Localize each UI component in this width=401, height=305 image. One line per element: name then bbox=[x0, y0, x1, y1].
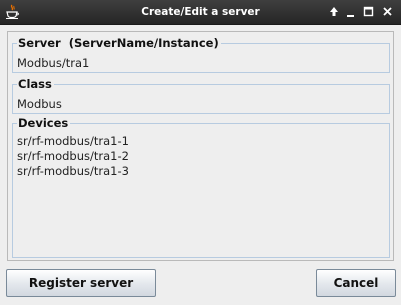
devices-label: Devices bbox=[17, 116, 71, 130]
class-field[interactable]: Modbus bbox=[17, 95, 385, 113]
class-label: Class bbox=[17, 77, 54, 91]
devices-textarea[interactable]: sr/rf-modbus/tra1-1 sr/rf-modbus/tra1-2 … bbox=[17, 134, 385, 253]
dialog-window: Create/Edit a server Server (ServerName/… bbox=[0, 0, 401, 305]
up-arrow-icon[interactable] bbox=[326, 3, 342, 21]
register-server-button[interactable]: Register server bbox=[6, 269, 156, 297]
form-panel: Server (ServerName/Instance) Modbus/tra1… bbox=[7, 31, 394, 261]
class-group: Class Modbus bbox=[12, 77, 390, 114]
maximize-icon[interactable] bbox=[361, 3, 377, 21]
device-item[interactable]: sr/rf-modbus/tra1-3 bbox=[17, 164, 385, 179]
device-item[interactable]: sr/rf-modbus/tra1-1 bbox=[17, 134, 385, 149]
minimize-icon[interactable] bbox=[343, 3, 359, 21]
cancel-button[interactable]: Cancel bbox=[316, 269, 396, 297]
server-name-field[interactable]: Modbus/tra1 bbox=[17, 54, 385, 72]
server-label: Server (ServerName/Instance) bbox=[17, 36, 221, 50]
devices-group: Devices sr/rf-modbus/tra1-1 sr/rf-modbus… bbox=[12, 116, 390, 258]
title-bar[interactable]: Create/Edit a server bbox=[0, 0, 401, 25]
server-group: Server (ServerName/Instance) Modbus/tra1 bbox=[12, 36, 390, 73]
device-item[interactable]: sr/rf-modbus/tra1-2 bbox=[17, 149, 385, 164]
close-icon[interactable] bbox=[380, 3, 396, 21]
